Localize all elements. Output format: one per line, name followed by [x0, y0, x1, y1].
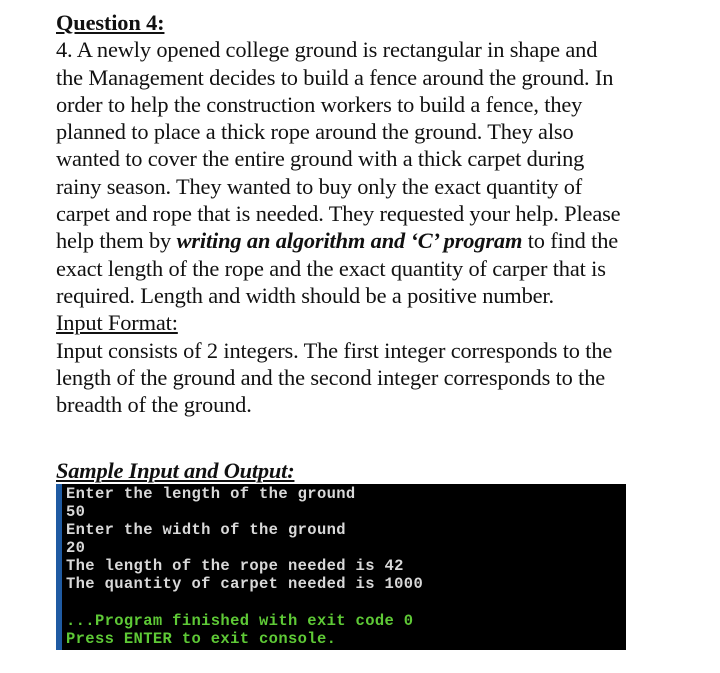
body-line: rainy season. They wanted to buy only th… — [56, 173, 583, 199]
question-body: 4. A newly opened college ground is rect… — [56, 36, 706, 309]
body-line-emphasis: help them by writing an algorithm and ‘C… — [56, 227, 706, 254]
body-line: exact length of the rope and the exact q… — [56, 255, 606, 281]
input-format-line: Input consists of 2 integers. The first … — [56, 337, 613, 363]
terminal-line: 20 — [66, 539, 86, 558]
terminal-line: Enter the length of the ground — [66, 485, 356, 503]
terminal-line: 50 — [66, 503, 86, 522]
body-line: required. Length and width should be a p… — [56, 282, 554, 308]
terminal-line: Enter the width of the ground — [66, 521, 346, 540]
terminal-status-line: Press ENTER to exit console. — [66, 629, 337, 648]
question-document: Question 4: 4. A newly opened college gr… — [56, 9, 706, 418]
body-line: order to help the construction workers t… — [56, 91, 583, 117]
terminal-line: The quantity of carpet needed is 1000 — [66, 575, 424, 594]
terminal-status-line: ...Program finished with exit code 0 — [66, 611, 414, 630]
input-format-line: breadth of the ground. — [56, 392, 252, 418]
task-emphasis: writing an algorithm and ‘C’ program — [176, 228, 523, 254]
body-line: carpet and rope that is needed. They req… — [56, 201, 621, 227]
body-line: wanted to cover the entire ground with a… — [56, 146, 585, 172]
body-line: 4. A newly opened college ground is rect… — [56, 37, 598, 63]
input-format-body: Input consists of 2 integers. The first … — [56, 337, 706, 419]
sample-io-heading: Sample Input and Output: — [56, 458, 295, 483]
terminal-output: Enter the length of the ground 50 Enter … — [56, 484, 626, 650]
emph-after: to find the — [522, 228, 619, 254]
question-heading: Question 4: — [56, 10, 165, 35]
emph-before: help them by — [56, 228, 177, 254]
body-line: planned to place a thick rope around the… — [56, 119, 574, 145]
terminal-line: The length of the rope needed is 42 — [66, 557, 404, 576]
input-format-heading: Input Format: — [56, 310, 178, 336]
input-format-line: length of the ground and the second inte… — [56, 364, 606, 390]
body-line: the Management decides to build a fence … — [56, 64, 614, 90]
